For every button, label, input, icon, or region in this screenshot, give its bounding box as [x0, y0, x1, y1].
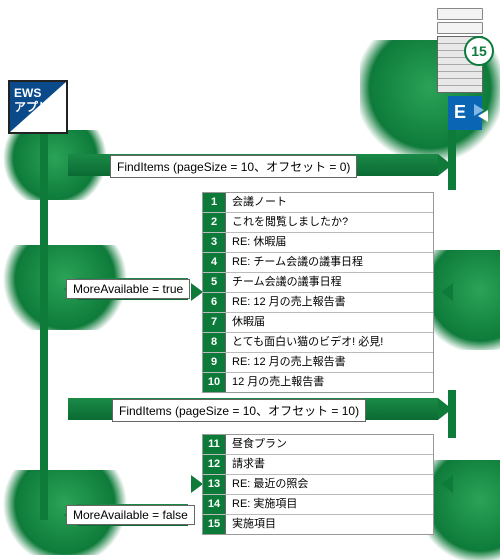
list-item: 14RE: 実施項目	[203, 495, 433, 515]
side-arrow-icon	[441, 475, 453, 493]
list-item-number: 11	[203, 435, 226, 454]
down-arrow-2	[448, 390, 456, 438]
list-item-text: 会議ノート	[226, 193, 293, 212]
response-label-2: MoreAvailable = false	[66, 505, 195, 525]
list-item: 11昼食プラン	[203, 435, 433, 455]
list-item-text: RE: 休暇届	[226, 233, 292, 252]
list-item-number: 10	[203, 373, 226, 392]
list-item-number: 6	[203, 293, 226, 312]
server-item-count-badge: 15	[464, 36, 494, 66]
list-item: 9RE: 12 月の売上報告書	[203, 353, 433, 373]
result-list-2: 11昼食プラン12請求書13RE: 最近の照会14RE: 実施項目15実施項目	[202, 434, 434, 535]
server-icon: 15	[430, 8, 490, 93]
list-item: 15実施項目	[203, 515, 433, 534]
list-item-number: 2	[203, 213, 226, 232]
ews-client-box: EWS アプリ	[8, 80, 68, 134]
request-label-1: FindItems (pageSize = 10、オフセット = 0)	[110, 155, 357, 178]
list-item: 1会議ノート	[203, 193, 433, 213]
list-item-number: 3	[203, 233, 226, 252]
list-item-text: RE: 実施項目	[226, 495, 303, 514]
list-item: 4RE: チーム会議の議事日程	[203, 253, 433, 273]
list-item: 7休暇届	[203, 313, 433, 333]
client-vertical-connector	[40, 130, 48, 420]
result-list-1: 1会議ノート2これを閲覧しましたか?3RE: 休暇届4RE: チーム会議の議事日…	[202, 192, 434, 393]
list-item: 12請求書	[203, 455, 433, 475]
list-item: 3RE: 休暇届	[203, 233, 433, 253]
list-item-number: 14	[203, 495, 226, 514]
list-item-number: 12	[203, 455, 226, 474]
list-item: 2これを閲覧しましたか?	[203, 213, 433, 233]
list-item-text: RE: 12 月の売上報告書	[226, 293, 352, 312]
list-item-text: RE: 12 月の売上報告書	[226, 353, 352, 372]
list-item-text: 休暇届	[226, 313, 271, 332]
list-item-number: 8	[203, 333, 226, 352]
response-label-1: MoreAvailable = true	[66, 279, 190, 299]
exchange-logo-icon: E	[448, 96, 482, 130]
list-item-number: 15	[203, 515, 226, 534]
list-item-number: 7	[203, 313, 226, 332]
list-item-text: 請求書	[226, 455, 271, 474]
list-item-number: 1	[203, 193, 226, 212]
list-item: 1012 月の売上報告書	[203, 373, 433, 392]
list-item-text: 12 月の売上報告書	[226, 373, 330, 392]
list-item-text: 実施項目	[226, 515, 282, 534]
side-arrow-icon	[441, 283, 453, 301]
down-arrow-1	[448, 130, 456, 190]
list-item-number: 5	[203, 273, 226, 292]
list-item: 6RE: 12 月の売上報告書	[203, 293, 433, 313]
list-item: 8とても面白い猫のビデオ! 必見!	[203, 333, 433, 353]
list-item-number: 4	[203, 253, 226, 272]
list-item-number: 13	[203, 475, 226, 494]
list-item-text: チーム会議の議事日程	[226, 273, 348, 292]
ews-label-1: EWS	[14, 86, 41, 100]
list-item: 13RE: 最近の照会	[203, 475, 433, 495]
list-item-number: 9	[203, 353, 226, 372]
list-item: 5チーム会議の議事日程	[203, 273, 433, 293]
list-item-text: 昼食プラン	[226, 435, 293, 454]
list-item-text: RE: 最近の照会	[226, 475, 314, 494]
list-item-text: とても面白い猫のビデオ! 必見!	[226, 333, 389, 352]
client-vertical-connector	[40, 420, 48, 520]
list-item-text: RE: チーム会議の議事日程	[226, 253, 369, 272]
ews-label-2: アプリ	[14, 100, 50, 114]
request-label-2: FindItems (pageSize = 10、オフセット = 10)	[112, 399, 366, 422]
list-item-text: これを閲覧しましたか?	[226, 213, 354, 232]
